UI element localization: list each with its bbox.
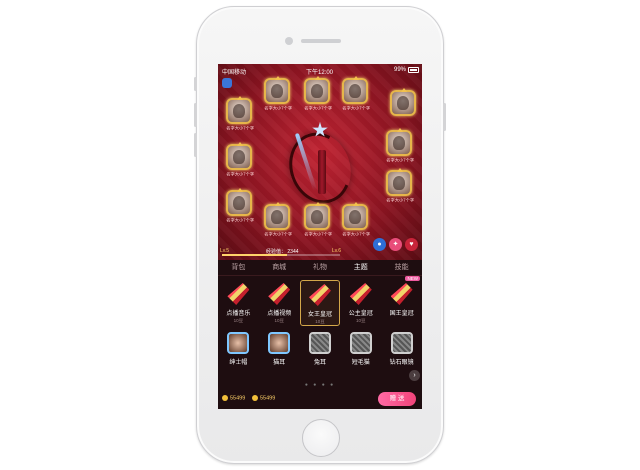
shorthair-cat-frame-icon bbox=[349, 332, 372, 354]
power-button bbox=[443, 103, 446, 131]
avatar-frame bbox=[264, 76, 290, 104]
gift-item[interactable]: 点播音乐 10豆 bbox=[218, 280, 259, 326]
page-indicator: ● ● ● ● bbox=[304, 382, 336, 388]
tab-gifts[interactable]: 礼物 bbox=[300, 260, 341, 275]
app-screen: 中国移动 下午12:00 99% 名字大小7个字 名字大小7个字 名字大小7个字… bbox=[218, 64, 422, 409]
gift-item-selected[interactable]: 女王皇冠 10豆 bbox=[299, 280, 341, 326]
frame-item[interactable]: 绅士帽 bbox=[218, 330, 259, 376]
give-button[interactable]: 赠 送 bbox=[378, 392, 416, 406]
rocket-icon bbox=[390, 283, 413, 305]
frame-item[interactable]: 短毛猫 bbox=[340, 330, 381, 376]
seat-7[interactable]: 名字大小7个字 bbox=[224, 188, 255, 224]
rocket-icon bbox=[308, 284, 331, 306]
gift-row-1: 点播音乐 10豆 点播视频 10豆 女王皇冠 10豆 公主皇冠 10豆 NEW bbox=[218, 276, 422, 326]
diamond-glasses-frame-icon bbox=[390, 332, 413, 354]
exp-progress-fill bbox=[222, 254, 287, 256]
panel-tabs: 背包 商城 礼物 主题 技能 bbox=[218, 260, 422, 276]
bunny-ear-frame-icon bbox=[308, 332, 331, 354]
seat-5[interactable]: 名字大小7个字 bbox=[224, 96, 255, 132]
seat-8[interactable]: 名字大小7个字 bbox=[384, 128, 415, 164]
frame-item[interactable]: 兔耳 bbox=[300, 330, 341, 376]
clock-label: 下午12:00 bbox=[306, 70, 334, 76]
seat-1[interactable]: 名字大小7个字 bbox=[262, 76, 293, 112]
next-page-icon[interactable]: › bbox=[409, 370, 420, 381]
rocket-icon bbox=[268, 283, 291, 305]
avatar-frame bbox=[226, 96, 252, 124]
avatar-frame bbox=[304, 202, 330, 230]
front-camera bbox=[285, 37, 293, 45]
room-theme-emblem bbox=[279, 122, 361, 213]
volume-down-button bbox=[194, 133, 197, 157]
voice-room: 中国移动 下午12:00 99% 名字大小7个字 名字大小7个字 名字大小7个字… bbox=[218, 64, 422, 260]
seat-name: 名字大小7个字 bbox=[264, 105, 293, 111]
frame-item[interactable]: 猫耳 bbox=[259, 330, 300, 376]
seat-name: 名字大小7个字 bbox=[226, 125, 255, 131]
seat-4[interactable] bbox=[388, 88, 418, 116]
seat-2[interactable]: 名字大小7个字 bbox=[302, 76, 333, 112]
battery-percent: 99% bbox=[393, 67, 406, 73]
cat-ear-frame-icon bbox=[268, 332, 291, 354]
seat-10[interactable]: 名字大小7个字 bbox=[262, 202, 293, 238]
avatar-frame bbox=[304, 76, 330, 104]
carrier-label: 中国移动 bbox=[222, 70, 247, 76]
status-bar: 中国移动 下午12:00 99% bbox=[218, 64, 422, 76]
tab-store[interactable]: 商城 bbox=[259, 260, 300, 275]
tab-theme[interactable]: 主题 bbox=[340, 260, 381, 275]
coin-balance-2: 55499 bbox=[252, 395, 275, 401]
avatar-frame bbox=[390, 88, 416, 116]
room-settings-icon[interactable] bbox=[222, 78, 232, 88]
avatar-frame bbox=[342, 76, 368, 104]
room-level-bar: Lv.5 经验值： 2344 Lv.6 bbox=[218, 248, 422, 260]
gift-item[interactable]: NEW 国王皇冠 bbox=[381, 276, 422, 326]
coin-icon bbox=[252, 395, 258, 401]
seat-name: 名字大小7个字 bbox=[304, 105, 333, 111]
seat-name: 名字大小7个字 bbox=[386, 157, 415, 163]
tab-backpack[interactable]: 背包 bbox=[218, 260, 259, 275]
seat-6[interactable]: 名字大小7个字 bbox=[224, 142, 255, 178]
seat-name: 名字大小7个字 bbox=[264, 231, 293, 237]
avatar-frame bbox=[226, 142, 252, 170]
gift-item[interactable]: 公主皇冠 10豆 bbox=[340, 280, 381, 326]
seat-name: 名字大小7个字 bbox=[226, 171, 255, 177]
gentleman-hat-frame-icon bbox=[227, 332, 250, 354]
avatar-frame bbox=[386, 168, 412, 196]
rocket-icon bbox=[227, 283, 250, 305]
home-button[interactable] bbox=[302, 419, 340, 457]
avatar-frame bbox=[342, 202, 368, 230]
seat-11[interactable]: 名字大小7个字 bbox=[302, 202, 333, 238]
coin-icon bbox=[222, 395, 228, 401]
tab-skills[interactable]: 技能 bbox=[381, 260, 422, 275]
seat-3[interactable]: 名字大小7个字 bbox=[340, 76, 371, 112]
frame-item[interactable]: 钻石眼镜 bbox=[381, 330, 422, 376]
new-badge: NEW bbox=[405, 276, 420, 281]
seat-name: 名字大小7个字 bbox=[226, 217, 255, 223]
mute-switch bbox=[194, 77, 197, 91]
gift-item[interactable]: 点播视频 10豆 bbox=[259, 280, 300, 326]
seat-name: 名字大小7个字 bbox=[342, 231, 371, 237]
avatar-frame bbox=[226, 188, 252, 216]
exp-progress-track bbox=[222, 254, 340, 256]
panel-footer: 55499 55499 赠 送 bbox=[218, 390, 422, 409]
volume-up-button bbox=[194, 103, 197, 127]
seat-12[interactable]: 名字大小7个字 bbox=[340, 202, 371, 238]
earpiece-speaker bbox=[301, 39, 341, 43]
rocket-icon bbox=[349, 283, 372, 305]
coin-balance-1: 55499 bbox=[222, 395, 245, 401]
seat-name: 名字大小7个字 bbox=[342, 105, 371, 111]
seat-name: 名字大小7个字 bbox=[386, 197, 415, 203]
seat-name: 名字大小7个字 bbox=[304, 231, 333, 237]
avatar-frame bbox=[386, 128, 412, 156]
avatar-frame bbox=[264, 202, 290, 230]
gift-row-2: 绅士帽 猫耳 兔耳 短毛猫 钻石眼镜 bbox=[218, 330, 422, 376]
battery-icon bbox=[408, 67, 419, 73]
gift-panel: 背包 商城 礼物 主题 技能 点播音乐 10豆 点播视频 10豆 女王皇冠 10… bbox=[218, 260, 422, 409]
seat-9[interactable]: 名字大小7个字 bbox=[384, 168, 415, 204]
